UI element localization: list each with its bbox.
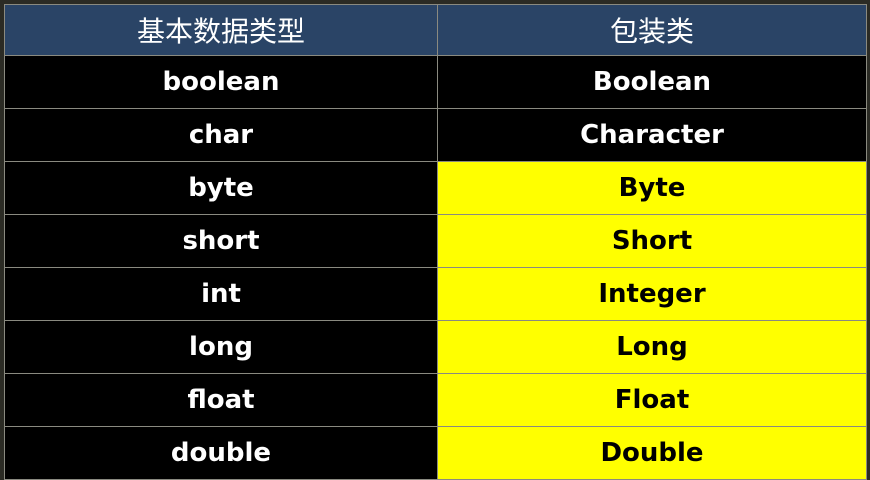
primitive-cell: short (4, 214, 438, 268)
table-row: int Integer (4, 267, 867, 321)
wrapper-cell-highlighted: Byte (437, 161, 867, 215)
wrapper-cell: Boolean (437, 55, 867, 109)
table-row: short Short (4, 214, 867, 268)
primitive-cell: int (4, 267, 438, 321)
header-wrapper-class: 包装类 (437, 4, 867, 56)
wrapper-cell-highlighted: Integer (437, 267, 867, 321)
wrapper-cell: Character (437, 108, 867, 162)
primitive-cell: byte (4, 161, 438, 215)
table-row: char Character (4, 108, 867, 162)
slide-frame: 基本数据类型 包装类 boolean Boolean char Characte… (0, 0, 870, 480)
primitive-cell: double (4, 426, 438, 480)
wrapper-cell-highlighted: Double (437, 426, 867, 480)
table-row: boolean Boolean (4, 55, 867, 109)
wrapper-cell-highlighted: Float (437, 373, 867, 427)
wrapper-cell-highlighted: Long (437, 320, 867, 374)
table-row: long Long (4, 320, 867, 374)
table-header-row: 基本数据类型 包装类 (4, 4, 867, 56)
table-row: double Double (4, 426, 867, 480)
table-row: byte Byte (4, 161, 867, 215)
header-primitive-type: 基本数据类型 (4, 4, 438, 56)
primitive-cell: long (4, 320, 438, 374)
table-row: float Float (4, 373, 867, 427)
primitive-cell: float (4, 373, 438, 427)
wrapper-class-table: 基本数据类型 包装类 boolean Boolean char Characte… (4, 4, 867, 480)
primitive-cell: boolean (4, 55, 438, 109)
primitive-cell: char (4, 108, 438, 162)
wrapper-cell-highlighted: Short (437, 214, 867, 268)
